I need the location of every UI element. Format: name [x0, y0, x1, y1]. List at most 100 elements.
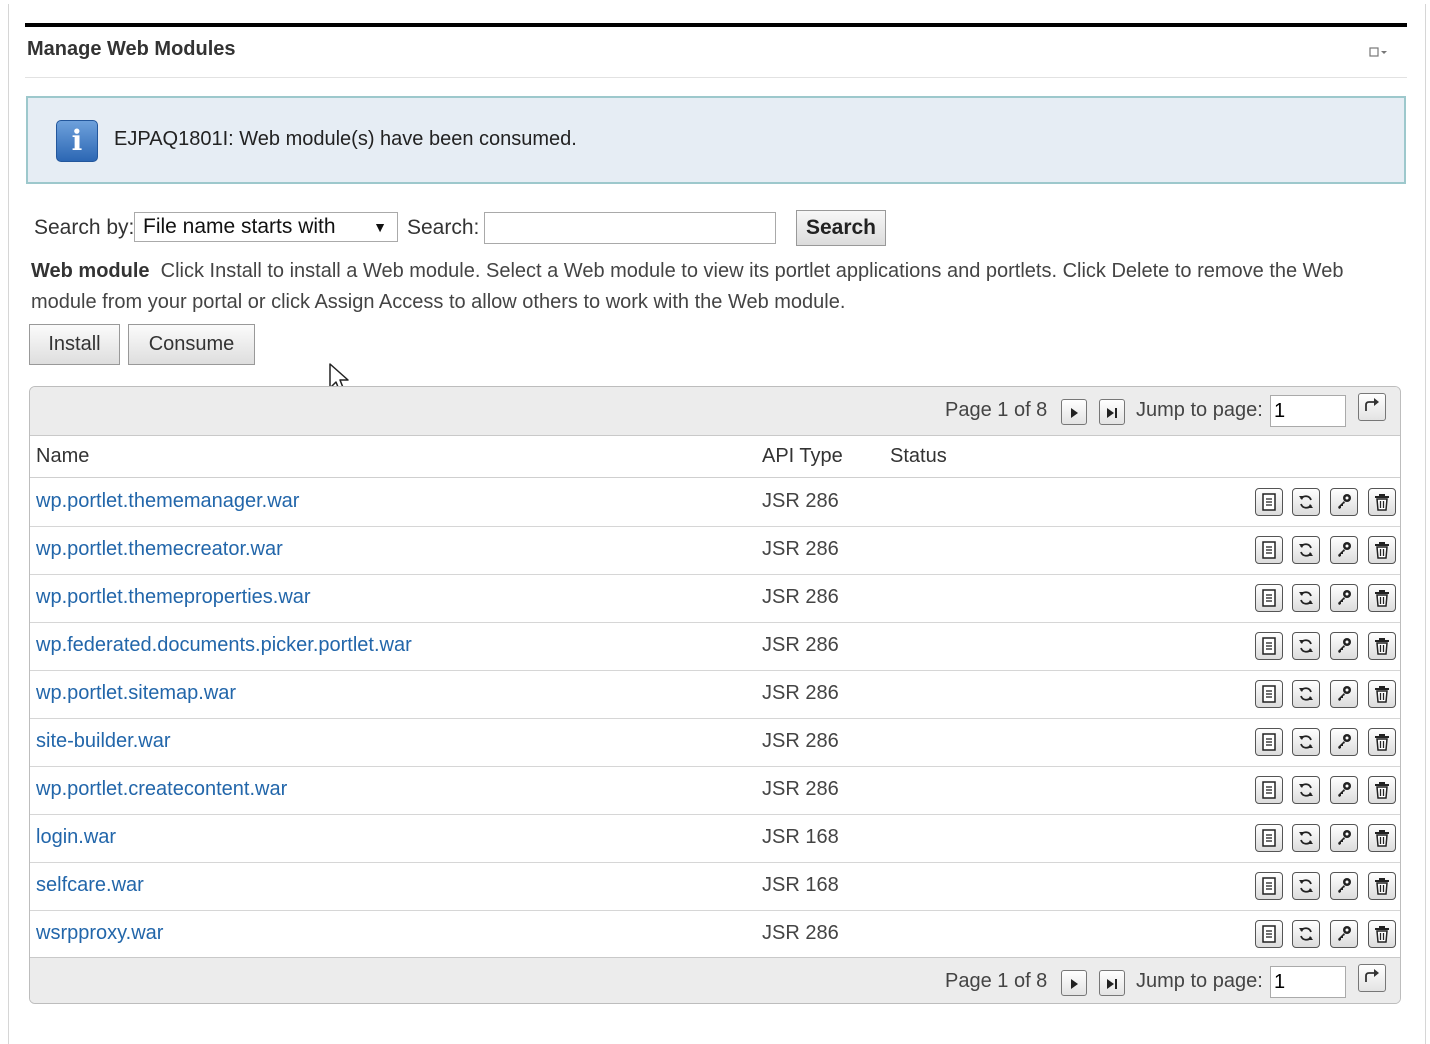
details-button[interactable]: [1255, 920, 1283, 948]
table-row: wp.portlet.themecreator.war JSR 286: [30, 526, 1400, 575]
api-type: JSR 286: [762, 778, 839, 800]
assign-access-button[interactable]: [1330, 776, 1358, 804]
delete-button[interactable]: [1368, 920, 1396, 948]
last-page-button[interactable]: [1099, 970, 1125, 996]
jump-to-page-input[interactable]: [1270, 966, 1346, 998]
details-button[interactable]: [1255, 680, 1283, 708]
assign-access-button[interactable]: [1330, 536, 1358, 564]
module-name-link[interactable]: wp.federated.documents.picker.portlet.wa…: [36, 634, 412, 657]
module-name-link[interactable]: wsrpproxy.war: [36, 922, 163, 945]
delete-button[interactable]: [1368, 488, 1396, 516]
column-header-status: Status: [890, 445, 947, 467]
next-page-button[interactable]: [1061, 399, 1087, 425]
details-button[interactable]: [1255, 488, 1283, 516]
jump-label: Jump to page:: [1136, 970, 1263, 992]
description-text: Click Install to install a Web module. S…: [31, 260, 1344, 313]
table-row: selfcare.war JSR 168: [30, 862, 1400, 911]
search-by-select[interactable]: File name starts with ▼: [134, 212, 398, 242]
table-row: login.war JSR 168: [30, 814, 1400, 863]
update-button[interactable]: [1292, 728, 1320, 756]
module-name-link[interactable]: wp.portlet.themecreator.war: [36, 538, 283, 561]
api-type: JSR 286: [762, 538, 839, 560]
go-page-button[interactable]: [1358, 393, 1386, 421]
assign-access-button[interactable]: [1330, 680, 1358, 708]
details-button[interactable]: [1255, 824, 1283, 852]
assign-access-button[interactable]: [1330, 872, 1358, 900]
api-type: JSR 286: [762, 490, 839, 512]
table-row: wsrpproxy.war JSR 286: [30, 910, 1400, 959]
module-name-link[interactable]: login.war: [36, 826, 116, 849]
last-page-button[interactable]: [1099, 399, 1125, 425]
assign-access-button[interactable]: [1330, 632, 1358, 660]
update-button[interactable]: [1292, 776, 1320, 804]
module-name-link[interactable]: wp.portlet.createcontent.war: [36, 778, 287, 801]
go-arrow-icon: [1365, 969, 1379, 982]
jump-label: Jump to page:: [1136, 399, 1263, 421]
message-box: i EJPAQ1801I: Web module(s) have been co…: [26, 96, 1406, 184]
update-button[interactable]: [1292, 632, 1320, 660]
skip-end-icon: [1107, 979, 1117, 989]
pager-bottom: Page 1 of 8 Jump to page:: [30, 957, 1400, 1003]
delete-button[interactable]: [1368, 872, 1396, 900]
assign-access-button[interactable]: [1330, 824, 1358, 852]
update-button[interactable]: [1292, 536, 1320, 564]
module-name-link[interactable]: wp.portlet.themeproperties.war: [36, 586, 311, 609]
update-button[interactable]: [1292, 872, 1320, 900]
module-name-link[interactable]: site-builder.war: [36, 730, 171, 753]
column-header-api-type: API Type: [762, 445, 843, 467]
jump-to-page-input[interactable]: [1270, 395, 1346, 427]
assign-access-button[interactable]: [1330, 488, 1358, 516]
update-button[interactable]: [1292, 920, 1320, 948]
search-button[interactable]: Search: [796, 210, 886, 246]
module-name-link[interactable]: selfcare.war: [36, 874, 144, 897]
assign-access-button[interactable]: [1330, 920, 1358, 948]
go-page-button[interactable]: [1358, 964, 1386, 992]
delete-button[interactable]: [1368, 536, 1396, 564]
play-icon: [1071, 408, 1078, 418]
search-input[interactable]: [484, 212, 776, 244]
api-type: JSR 168: [762, 826, 839, 848]
table-row: wp.federated.documents.picker.portlet.wa…: [30, 622, 1400, 671]
portlet-menu-icon[interactable]: [1369, 44, 1391, 60]
api-type: JSR 286: [762, 922, 839, 944]
assign-access-button[interactable]: [1330, 728, 1358, 756]
delete-button[interactable]: [1368, 632, 1396, 660]
module-name-link[interactable]: wp.portlet.sitemap.war: [36, 682, 236, 705]
details-button[interactable]: [1255, 632, 1283, 660]
delete-button[interactable]: [1368, 824, 1396, 852]
details-button[interactable]: [1255, 584, 1283, 612]
column-header-name: Name: [36, 445, 90, 467]
title-divider: [25, 77, 1407, 78]
table-row: wp.portlet.createcontent.war JSR 286: [30, 766, 1400, 815]
update-button[interactable]: [1292, 824, 1320, 852]
info-icon: i: [56, 120, 98, 162]
details-button[interactable]: [1255, 728, 1283, 756]
pager-top: Page 1 of 8 Jump to page:: [30, 387, 1400, 436]
table-row: wp.portlet.themeproperties.war JSR 286: [30, 574, 1400, 623]
search-by-label: Search by:: [34, 216, 135, 239]
update-button[interactable]: [1292, 584, 1320, 612]
table-row: wp.portlet.thememanager.war JSR 286: [30, 478, 1400, 527]
api-type: JSR 286: [762, 730, 839, 752]
search-label: Search:: [407, 216, 480, 239]
details-button[interactable]: [1255, 872, 1283, 900]
details-button[interactable]: [1255, 536, 1283, 564]
delete-button[interactable]: [1368, 584, 1396, 612]
assign-access-button[interactable]: [1330, 584, 1358, 612]
table-row: site-builder.war JSR 286: [30, 718, 1400, 767]
delete-button[interactable]: [1368, 680, 1396, 708]
module-name-link[interactable]: wp.portlet.thememanager.war: [36, 490, 299, 513]
play-icon: [1071, 979, 1078, 989]
install-button[interactable]: Install: [29, 324, 120, 365]
api-type: JSR 286: [762, 682, 839, 704]
skip-end-icon: [1107, 408, 1117, 418]
next-page-button[interactable]: [1061, 970, 1087, 996]
portlet-top-border: [25, 23, 1407, 27]
table-header: Name API Type Status: [30, 435, 1400, 478]
update-button[interactable]: [1292, 488, 1320, 516]
consume-button[interactable]: Consume: [128, 324, 255, 365]
delete-button[interactable]: [1368, 728, 1396, 756]
details-button[interactable]: [1255, 776, 1283, 804]
update-button[interactable]: [1292, 680, 1320, 708]
delete-button[interactable]: [1368, 776, 1396, 804]
